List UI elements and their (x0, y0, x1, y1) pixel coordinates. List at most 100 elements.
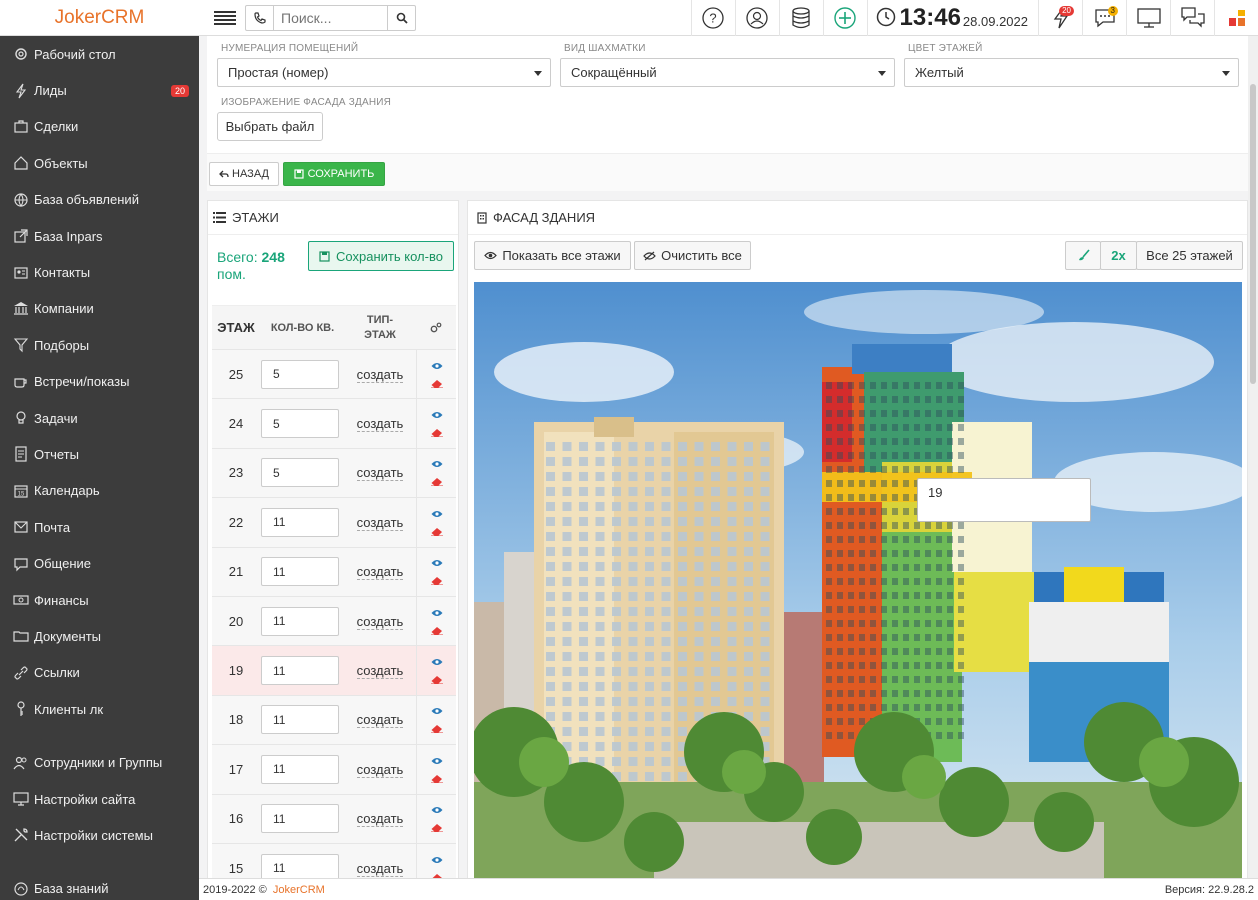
eraser-icon[interactable] (430, 474, 443, 489)
chess-select[interactable]: Сокращённый (560, 58, 895, 87)
monitor-icon[interactable] (1126, 0, 1170, 36)
sidebar-item[interactable]: Почта (0, 509, 199, 545)
create-type-floor-link[interactable]: создать (356, 613, 404, 630)
eraser-icon[interactable] (430, 524, 443, 539)
apartment-count-input[interactable]: 11 (261, 804, 339, 834)
sidebar-item[interactable]: Сотрудники и Группы (0, 744, 199, 780)
eye-icon[interactable] (431, 456, 443, 471)
menu-toggle-icon[interactable] (205, 0, 245, 36)
help-icon[interactable]: ? (690, 0, 735, 36)
all-floors-button[interactable]: Все 25 этажей (1136, 241, 1243, 270)
table-row[interactable]: 23 5 создать (212, 447, 456, 498)
eye-icon[interactable] (431, 506, 443, 521)
eye-icon[interactable] (431, 852, 443, 867)
sidebar-item[interactable]: Настройки сайта (0, 781, 199, 817)
apartment-count-input[interactable]: 11 (261, 606, 339, 636)
eye-icon[interactable] (431, 605, 443, 620)
eye-icon[interactable] (431, 407, 443, 422)
table-row[interactable]: 16 11 создать (212, 793, 456, 843)
clear-all-button[interactable]: Очистить все (634, 241, 751, 270)
numbering-select[interactable]: Простая (номер) (217, 58, 551, 87)
scrollbar[interactable] (1248, 36, 1258, 878)
sidebar-item[interactable]: Отчеты (0, 436, 199, 472)
eraser-icon[interactable] (430, 820, 443, 835)
sidebar-item[interactable]: Подборы (0, 327, 199, 363)
brush-button[interactable] (1065, 241, 1101, 270)
create-type-floor-link[interactable]: создать (356, 663, 404, 680)
create-type-floor-link[interactable]: создать (356, 811, 404, 828)
table-row[interactable]: 17 11 создать (212, 744, 456, 794)
database-icon[interactable] (778, 0, 823, 36)
logo[interactable]: JokerCRM (0, 0, 199, 36)
apartment-count-input[interactable]: 11 (261, 507, 339, 537)
sidebar-item[interactable]: Настройки системы (0, 817, 199, 853)
floor-color-select[interactable]: Желтый (904, 58, 1239, 87)
sidebar-item[interactable]: Ссылки (0, 655, 199, 691)
eraser-icon[interactable] (430, 376, 443, 391)
table-row[interactable]: 24 5 создать (212, 398, 456, 448)
save-button[interactable]: СОХРАНИТЬ (283, 162, 385, 186)
eraser-icon[interactable] (431, 870, 443, 878)
chats-icon[interactable] (1170, 0, 1214, 36)
save-count-button[interactable]: Сохранить кол-во (308, 241, 454, 271)
sidebar-item[interactable]: База Inpars (0, 218, 199, 254)
eye-icon[interactable] (431, 753, 443, 768)
footer-brand[interactable]: JokerCRM (273, 884, 325, 896)
eraser-icon[interactable] (430, 672, 443, 687)
sidebar-item[interactable]: Лиды 20 (0, 72, 199, 108)
profile-icon[interactable] (734, 0, 779, 36)
sidebar-item[interactable]: Компании (0, 291, 199, 327)
table-row[interactable]: 22 11 создать (212, 497, 456, 547)
sidebar-item[interactable]: Встречи/показы (0, 364, 199, 400)
sidebar-item[interactable]: Рабочий стол (0, 36, 199, 72)
apps-icon[interactable] (1214, 0, 1258, 36)
eye-icon[interactable] (431, 654, 443, 669)
sidebar-item[interactable]: База знаний (0, 871, 199, 900)
scrollbar-thumb[interactable] (1250, 84, 1256, 384)
sidebar-item[interactable]: Объекты (0, 145, 199, 181)
sidebar-item[interactable]: Задачи (0, 400, 199, 436)
create-type-floor-link[interactable]: создать (356, 366, 404, 383)
back-button[interactable]: НАЗАД (209, 162, 279, 186)
sidebar-item[interactable]: Сделки (0, 109, 199, 145)
eye-icon[interactable] (431, 802, 443, 817)
apartment-count-input[interactable]: 5 (261, 458, 339, 488)
table-row[interactable]: 15 11 создать (212, 842, 456, 878)
eraser-icon[interactable] (430, 623, 443, 638)
sidebar-item[interactable]: База объявлений (0, 182, 199, 218)
eraser-icon[interactable] (430, 573, 443, 588)
apartment-count-input[interactable]: 11 (261, 557, 339, 587)
table-row[interactable]: 18 11 создать (212, 694, 456, 745)
create-type-floor-link[interactable]: создать (356, 712, 404, 729)
add-icon[interactable] (822, 0, 867, 36)
eraser-icon[interactable] (430, 771, 443, 786)
eye-icon[interactable] (431, 555, 443, 570)
sidebar-item[interactable]: Финансы (0, 582, 199, 618)
apartment-count-input[interactable]: 5 (261, 409, 339, 439)
create-type-floor-link[interactable]: создать (356, 416, 404, 433)
eraser-icon[interactable] (430, 425, 443, 440)
messages-icon[interactable]: 3 (1082, 0, 1126, 36)
sidebar-item[interactable]: Клиенты лк (0, 691, 199, 727)
notifications-icon[interactable]: 20 (1038, 0, 1082, 36)
apartment-count-input[interactable]: 11 (261, 853, 339, 878)
show-all-floors-button[interactable]: Показать все этажи (474, 241, 631, 270)
search-input[interactable] (274, 5, 387, 30)
eye-icon[interactable] (431, 358, 443, 373)
apartment-count-input[interactable]: 5 (261, 359, 339, 389)
table-row[interactable]: 21 11 создать (212, 546, 456, 596)
table-row[interactable]: 20 11 создать (212, 595, 456, 646)
create-type-floor-link[interactable]: создать (356, 465, 404, 482)
apartment-count-input[interactable]: 11 (261, 754, 339, 784)
search-icon[interactable] (387, 5, 415, 30)
sidebar-item[interactable]: Контакты (0, 254, 199, 290)
apartment-count-input[interactable]: 11 (261, 705, 339, 735)
phone-icon[interactable] (246, 5, 274, 30)
table-row[interactable]: 19 11 создать (212, 645, 456, 695)
facade-image[interactable]: 19 (474, 282, 1242, 878)
eraser-icon[interactable] (430, 721, 443, 736)
create-type-floor-link[interactable]: создать (356, 761, 404, 778)
sidebar-item[interactable]: 15 Календарь (0, 473, 199, 509)
choose-file-button[interactable]: Выбрать файл (217, 112, 323, 141)
create-type-floor-link[interactable]: создать (356, 564, 404, 581)
